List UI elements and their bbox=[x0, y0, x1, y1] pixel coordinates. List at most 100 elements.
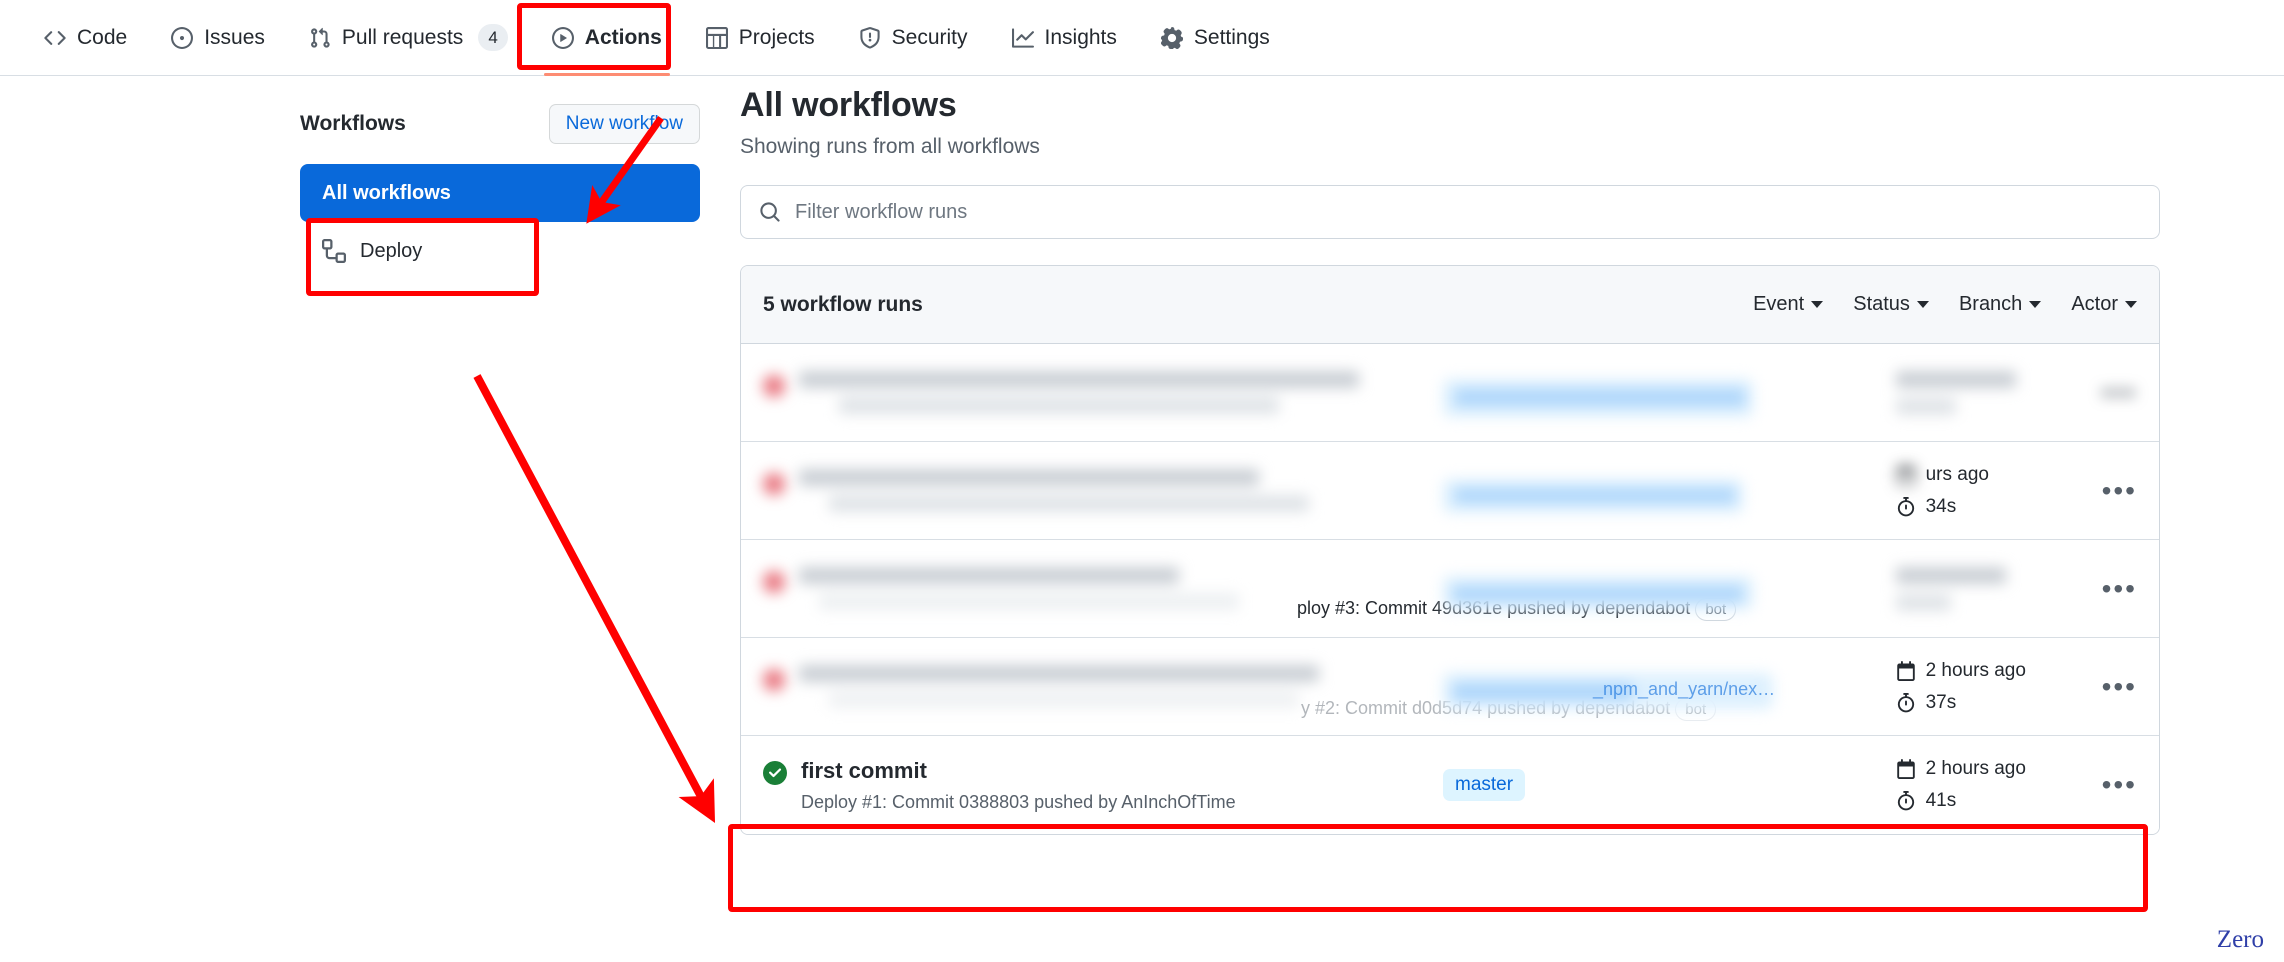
nav-tab-security[interactable]: Security bbox=[837, 0, 990, 76]
run-kebab-menu[interactable]: ••• bbox=[2102, 771, 2137, 799]
run-summary: first commit Deploy #1: Commit 0388803 p… bbox=[763, 757, 1443, 814]
run-branch: master bbox=[1443, 769, 1873, 801]
stopwatch-icon bbox=[1896, 693, 1916, 713]
workflow-icon bbox=[322, 239, 346, 263]
chevron-down-icon bbox=[1811, 301, 1823, 308]
sidebar-title: Workflows bbox=[300, 112, 406, 136]
run-meta: Deploy #1: Commit 0388803 pushed by AnIn… bbox=[801, 792, 1236, 813]
nav-tab-label: Code bbox=[77, 26, 127, 50]
run-duration: 41s bbox=[1896, 790, 2066, 812]
table-row[interactable]: first commit Deploy #1: Commit 0388803 p… bbox=[741, 736, 2159, 834]
run-right: 2 hours ago 41s ••• bbox=[1896, 758, 2137, 812]
nav-tab-issues[interactable]: Issues bbox=[149, 0, 287, 76]
sidebar-item-label: All workflows bbox=[322, 182, 451, 205]
code-icon bbox=[44, 27, 66, 49]
run-kebab-menu[interactable]: ••• bbox=[2102, 673, 2137, 701]
sidebar-item-label: Deploy bbox=[360, 240, 422, 263]
table-row[interactable]: urs ago 34s ••• bbox=[741, 442, 2159, 540]
x-circle-fill-icon bbox=[763, 473, 785, 495]
run-summary bbox=[763, 371, 1443, 414]
run-title[interactable]: first commit bbox=[801, 757, 1236, 785]
chevron-down-icon bbox=[2125, 301, 2137, 308]
run-time-ago-label: 2 hours ago bbox=[1926, 758, 2026, 780]
nav-tab-label: Insights bbox=[1045, 26, 1117, 50]
run-right: urs ago 34s ••• bbox=[1896, 464, 2137, 518]
run-times bbox=[1896, 567, 2066, 611]
table-icon bbox=[706, 27, 728, 49]
page-subtitle: Showing runs from all workflows bbox=[740, 135, 2160, 159]
x-circle-fill-icon bbox=[763, 375, 785, 397]
x-circle-fill-icon bbox=[763, 669, 785, 691]
repo-nav: Code Issues Pull requests 4 Actions Proj… bbox=[0, 0, 2284, 76]
watermark: Zero bbox=[2217, 926, 2264, 954]
run-right: ••• bbox=[1896, 371, 2137, 415]
nav-tab-pull-requests[interactable]: Pull requests 4 bbox=[287, 0, 530, 76]
nav-tab-label: Actions bbox=[585, 26, 662, 50]
run-time-ago-label: 2 hours ago bbox=[1926, 660, 2026, 682]
nav-tab-label: Pull requests bbox=[342, 26, 463, 50]
filter-status-dropdown[interactable]: Status bbox=[1853, 293, 1929, 316]
chevron-down-icon bbox=[1917, 301, 1929, 308]
x-circle-fill-icon bbox=[763, 571, 785, 593]
graph-icon bbox=[1012, 27, 1034, 49]
run-summary bbox=[763, 469, 1443, 512]
table-row[interactable]: ploy #3: Commit 49d361e pushed by depend… bbox=[741, 540, 2159, 638]
run-time-ago: urs ago bbox=[1896, 464, 2066, 486]
run-branch bbox=[1443, 576, 1873, 602]
filter-workflow-runs-box[interactable] bbox=[740, 185, 2160, 239]
run-time-ago: 2 hours ago bbox=[1896, 758, 2066, 780]
run-branch bbox=[1443, 379, 1873, 406]
search-icon bbox=[759, 201, 781, 223]
gear-icon bbox=[1161, 27, 1183, 49]
filter-workflow-runs-input[interactable] bbox=[795, 201, 2141, 224]
run-kebab-menu[interactable]: ••• bbox=[2102, 379, 2137, 407]
filter-branch-dropdown[interactable]: Branch bbox=[1959, 293, 2041, 316]
run-times bbox=[1896, 371, 2066, 415]
main-content: All workflows Showing runs from all work… bbox=[740, 86, 2160, 835]
run-text-blur bbox=[799, 567, 1239, 610]
calendar-icon bbox=[1896, 759, 1916, 779]
run-time-ago-label: urs ago bbox=[1926, 464, 1989, 486]
page-body: Workflows New workflow All workflows Dep… bbox=[0, 76, 2284, 962]
run-times: urs ago 34s bbox=[1896, 464, 2066, 518]
sidebar-item-deploy[interactable]: Deploy bbox=[300, 222, 700, 280]
workflows-sidebar: Workflows New workflow All workflows Dep… bbox=[300, 100, 700, 280]
run-kebab-menu[interactable]: ••• bbox=[2102, 477, 2137, 505]
run-times: 2 hours ago 41s bbox=[1896, 758, 2066, 812]
branch-badge[interactable]: master bbox=[1443, 769, 1525, 801]
run-kebab-menu[interactable]: ••• bbox=[2102, 575, 2137, 603]
sidebar-header: Workflows New workflow bbox=[300, 100, 700, 148]
table-row[interactable]: ••• bbox=[741, 344, 2159, 442]
run-text-blur bbox=[799, 371, 1359, 414]
filter-event-dropdown[interactable]: Event bbox=[1753, 293, 1823, 316]
shield-icon bbox=[859, 27, 881, 49]
run-right: ••• bbox=[1896, 567, 2137, 611]
nav-tab-insights[interactable]: Insights bbox=[990, 0, 1139, 76]
run-duration-label: 41s bbox=[1926, 790, 1957, 812]
filter-actor-dropdown[interactable]: Actor bbox=[2071, 293, 2137, 316]
nav-tab-projects[interactable]: Projects bbox=[684, 0, 837, 76]
workflow-runs-count: 5 workflow runs bbox=[763, 293, 923, 317]
sidebar-item-all-workflows[interactable]: All workflows bbox=[300, 164, 700, 222]
workflow-runs-header: 5 workflow runs Event Status Branch bbox=[741, 266, 2159, 344]
nav-tab-label: Settings bbox=[1194, 26, 1270, 50]
filter-label: Status bbox=[1853, 293, 1910, 316]
run-text-blur bbox=[799, 469, 1309, 512]
nav-tab-settings[interactable]: Settings bbox=[1139, 0, 1292, 76]
filter-label: Event bbox=[1753, 293, 1804, 316]
run-times: 2 hours ago 37s bbox=[1896, 660, 2066, 714]
table-row[interactable]: y #2: Commit d0d5d74 pushed by dependabo… bbox=[741, 638, 2159, 736]
pull-requests-count: 4 bbox=[478, 24, 507, 51]
chevron-down-icon bbox=[2029, 301, 2041, 308]
nav-tab-code[interactable]: Code bbox=[22, 0, 149, 76]
nav-tab-label: Issues bbox=[204, 26, 265, 50]
filter-label: Actor bbox=[2071, 293, 2118, 316]
workflow-runs-filters: Event Status Branch Actor bbox=[1753, 293, 2137, 316]
run-duration-label: 37s bbox=[1926, 692, 1957, 714]
new-workflow-button[interactable]: New workflow bbox=[549, 104, 700, 144]
nav-tab-actions[interactable]: Actions bbox=[530, 0, 684, 76]
calendar-icon bbox=[1896, 465, 1916, 485]
run-duration-label: 34s bbox=[1926, 496, 1957, 518]
stopwatch-icon bbox=[1896, 791, 1916, 811]
workflow-runs-panel: 5 workflow runs Event Status Branch bbox=[740, 265, 2160, 835]
